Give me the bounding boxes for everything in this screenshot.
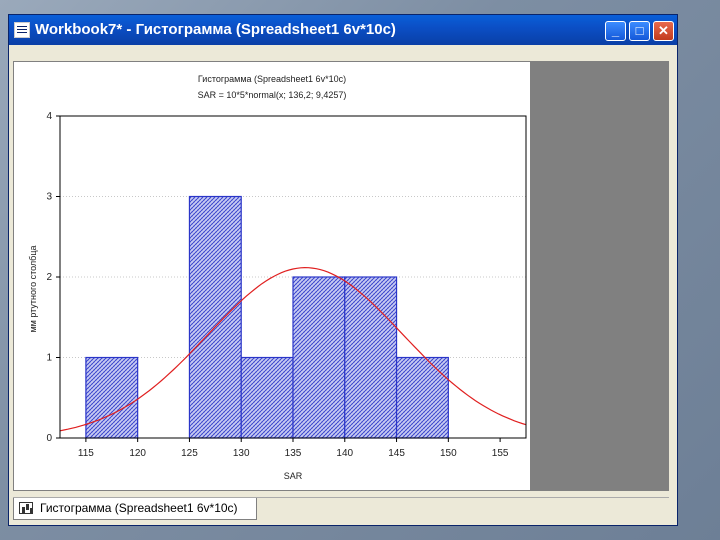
x-tick-label: 150 (440, 448, 457, 459)
x-tick-label: 140 (336, 448, 353, 459)
histogram-bar (85, 356, 139, 439)
chart-subtitle: SAR = 10*5*normal(x; 136,2; 9,4257) (198, 90, 347, 100)
sheet-tab-histogram[interactable]: Гистограмма (Spreadsheet1 6v*10c) (13, 498, 257, 520)
y-axis-label: мм ртутного столбца (28, 246, 38, 333)
histogram-chart[interactable]: Гистограмма (Spreadsheet1 6v*10c) SAR = … (14, 62, 530, 490)
y-tick-label: 4 (46, 111, 52, 122)
histogram-bar (240, 356, 294, 439)
sheet-tab-label: Гистограмма (Spreadsheet1 6v*10c) (40, 501, 238, 515)
histogram-bar (292, 276, 346, 439)
x-axis-label: SAR (284, 471, 303, 481)
x-tick-label: 115 (78, 448, 94, 459)
minimize-button[interactable]: _ (605, 21, 626, 41)
histogram-bar (188, 195, 242, 439)
maximize-button[interactable]: □ (629, 21, 650, 41)
window-title: Workbook7* - Гистограмма (Spreadsheet1 6… (35, 21, 396, 38)
empty-workspace (530, 62, 668, 490)
x-tick-label: 125 (181, 448, 198, 459)
y-tick-label: 0 (46, 433, 52, 444)
x-tick-label: 120 (129, 448, 146, 459)
chart-title: Гистограмма (Spreadsheet1 6v*10c) (198, 74, 346, 84)
sheet-tab-bar: Гистограмма (Spreadsheet1 6v*10c) (13, 497, 669, 522)
x-tick-label: 135 (285, 448, 302, 459)
y-tick-label: 2 (46, 272, 52, 283)
y-tick-label: 3 (46, 192, 52, 203)
workbook-icon (14, 22, 30, 38)
x-tick-label: 155 (492, 448, 509, 459)
graph-area: Гистограмма (Spreadsheet1 6v*10c) SAR = … (13, 61, 669, 491)
x-tick-label: 130 (233, 448, 250, 459)
statistica-window: Workbook7* - Гистограмма (Spreadsheet1 6… (8, 14, 678, 526)
y-tick-label: 1 (46, 353, 52, 364)
chart-icon (19, 502, 33, 514)
x-tick-label: 145 (388, 448, 405, 459)
title-bar[interactable]: Workbook7* - Гистограмма (Spreadsheet1 6… (9, 15, 677, 45)
close-button[interactable]: ✕ (653, 21, 674, 41)
histogram-bar (395, 356, 449, 439)
plot-area: 0 1 2 3 4 115 120 125 130 135 140 145 150 155 (46, 111, 527, 459)
